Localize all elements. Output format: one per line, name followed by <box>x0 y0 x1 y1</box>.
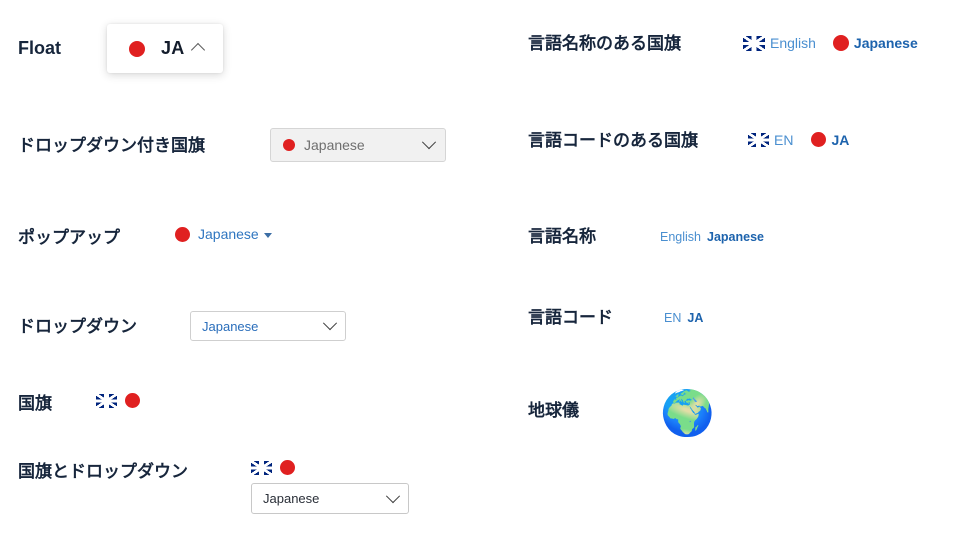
language-option-label: JA <box>831 131 850 148</box>
row-label-popup: ポップアップ <box>18 228 120 247</box>
globe-icon[interactable]: 🌍 <box>660 392 715 436</box>
language-codes-list: EN JA <box>664 307 703 325</box>
jp-flag-icon[interactable] <box>125 393 140 408</box>
row-dropdown: ドロップダウン Japanese <box>18 311 346 341</box>
chevron-down-icon <box>421 135 437 150</box>
row-label-flags: 国旗 <box>18 394 52 413</box>
language-option-japanese[interactable]: Japanese <box>707 230 764 244</box>
flags-language-dropdown-value: Japanese <box>263 491 320 506</box>
jp-flag-icon <box>129 40 145 57</box>
row-label-flags-with-names: 言語名称のある国旗 <box>528 34 681 53</box>
gb-flag-icon[interactable] <box>251 460 272 475</box>
language-dropdown-value: Japanese <box>202 318 259 334</box>
float-language-button[interactable]: JA <box>107 24 223 73</box>
row-label-language-names: 言語名称 <box>528 227 596 246</box>
flag-switcher-list <box>96 393 140 408</box>
language-names-list: English Japanese <box>660 226 764 244</box>
chevron-down-icon <box>385 488 401 503</box>
row-label-dropdown: ドロップダウン <box>18 317 137 336</box>
language-option-en[interactable]: EN <box>664 311 681 325</box>
row-label-flag-with-dropdown: ドロップダウン付き国旗 <box>18 136 205 155</box>
flag-dropdown-value: Japanese <box>304 137 365 153</box>
flag-switcher-list <box>251 460 409 475</box>
chevron-down-icon <box>322 316 338 331</box>
popup-language-value: Japanese <box>198 226 259 242</box>
jp-flag-icon <box>811 132 827 147</box>
language-option-label: English <box>770 35 816 51</box>
flags-and-dropdown-group: Japanese <box>251 460 409 514</box>
row-label-language-codes: 言語コード <box>528 308 613 327</box>
row-label-flags-with-codes: 言語コードのある国旗 <box>528 131 698 150</box>
gb-flag-icon <box>743 35 765 51</box>
row-label-flags-and-dropdown: 国旗とドロップダウン <box>18 462 188 481</box>
caret-down-icon <box>263 232 272 238</box>
language-switcher-demo-page: Float JA ドロップダウン付き国旗 Japanese ポップアップ Jap… <box>0 0 980 550</box>
language-option-ja[interactable]: JA <box>811 132 849 147</box>
row-flag-with-dropdown: ドロップダウン付き国旗 Japanese <box>18 128 446 162</box>
jp-flag-icon <box>283 139 295 151</box>
language-option-english[interactable]: English <box>743 35 816 51</box>
language-option-label: Japanese <box>853 35 918 51</box>
chevron-up-icon <box>190 42 205 58</box>
jp-flag-icon[interactable] <box>280 460 295 475</box>
row-language-codes: 言語コード EN JA <box>528 307 703 329</box>
row-flags-with-codes: 言語コードのある国旗 EN JA <box>528 130 849 152</box>
flag-dropdown-select[interactable]: Japanese <box>270 128 446 162</box>
gb-flag-icon[interactable] <box>96 393 117 408</box>
row-label-globe: 地球儀 <box>528 401 579 420</box>
language-option-ja[interactable]: JA <box>687 311 703 325</box>
gb-flag-icon <box>748 132 769 147</box>
row-globe: 地球儀 🌍 <box>528 392 715 436</box>
flags-with-names-list: English Japanese <box>743 33 918 51</box>
language-dropdown-select[interactable]: Japanese <box>190 311 346 341</box>
row-popup: ポップアップ Japanese <box>18 226 272 249</box>
row-flags-and-dropdown: 国旗とドロップダウン Japanese <box>18 460 409 514</box>
language-option-en[interactable]: EN <box>748 131 794 148</box>
row-label-float: Float <box>18 38 61 58</box>
language-option-english[interactable]: English <box>660 230 701 244</box>
row-flags: 国旗 <box>18 393 140 415</box>
float-language-code: JA <box>161 38 185 58</box>
language-option-japanese[interactable]: Japanese <box>832 35 918 51</box>
row-float: Float JA <box>18 24 223 73</box>
language-option-label: EN <box>774 131 794 148</box>
jp-flag-icon <box>832 35 849 51</box>
flags-with-codes-list: EN JA <box>748 130 849 147</box>
jp-flag-icon <box>175 226 190 242</box>
popup-language-trigger[interactable]: Japanese <box>175 226 272 242</box>
row-language-names: 言語名称 English Japanese <box>528 226 764 248</box>
row-flags-with-names: 言語名称のある国旗 English Japanese <box>528 33 918 55</box>
flags-language-dropdown-select[interactable]: Japanese <box>251 483 409 514</box>
